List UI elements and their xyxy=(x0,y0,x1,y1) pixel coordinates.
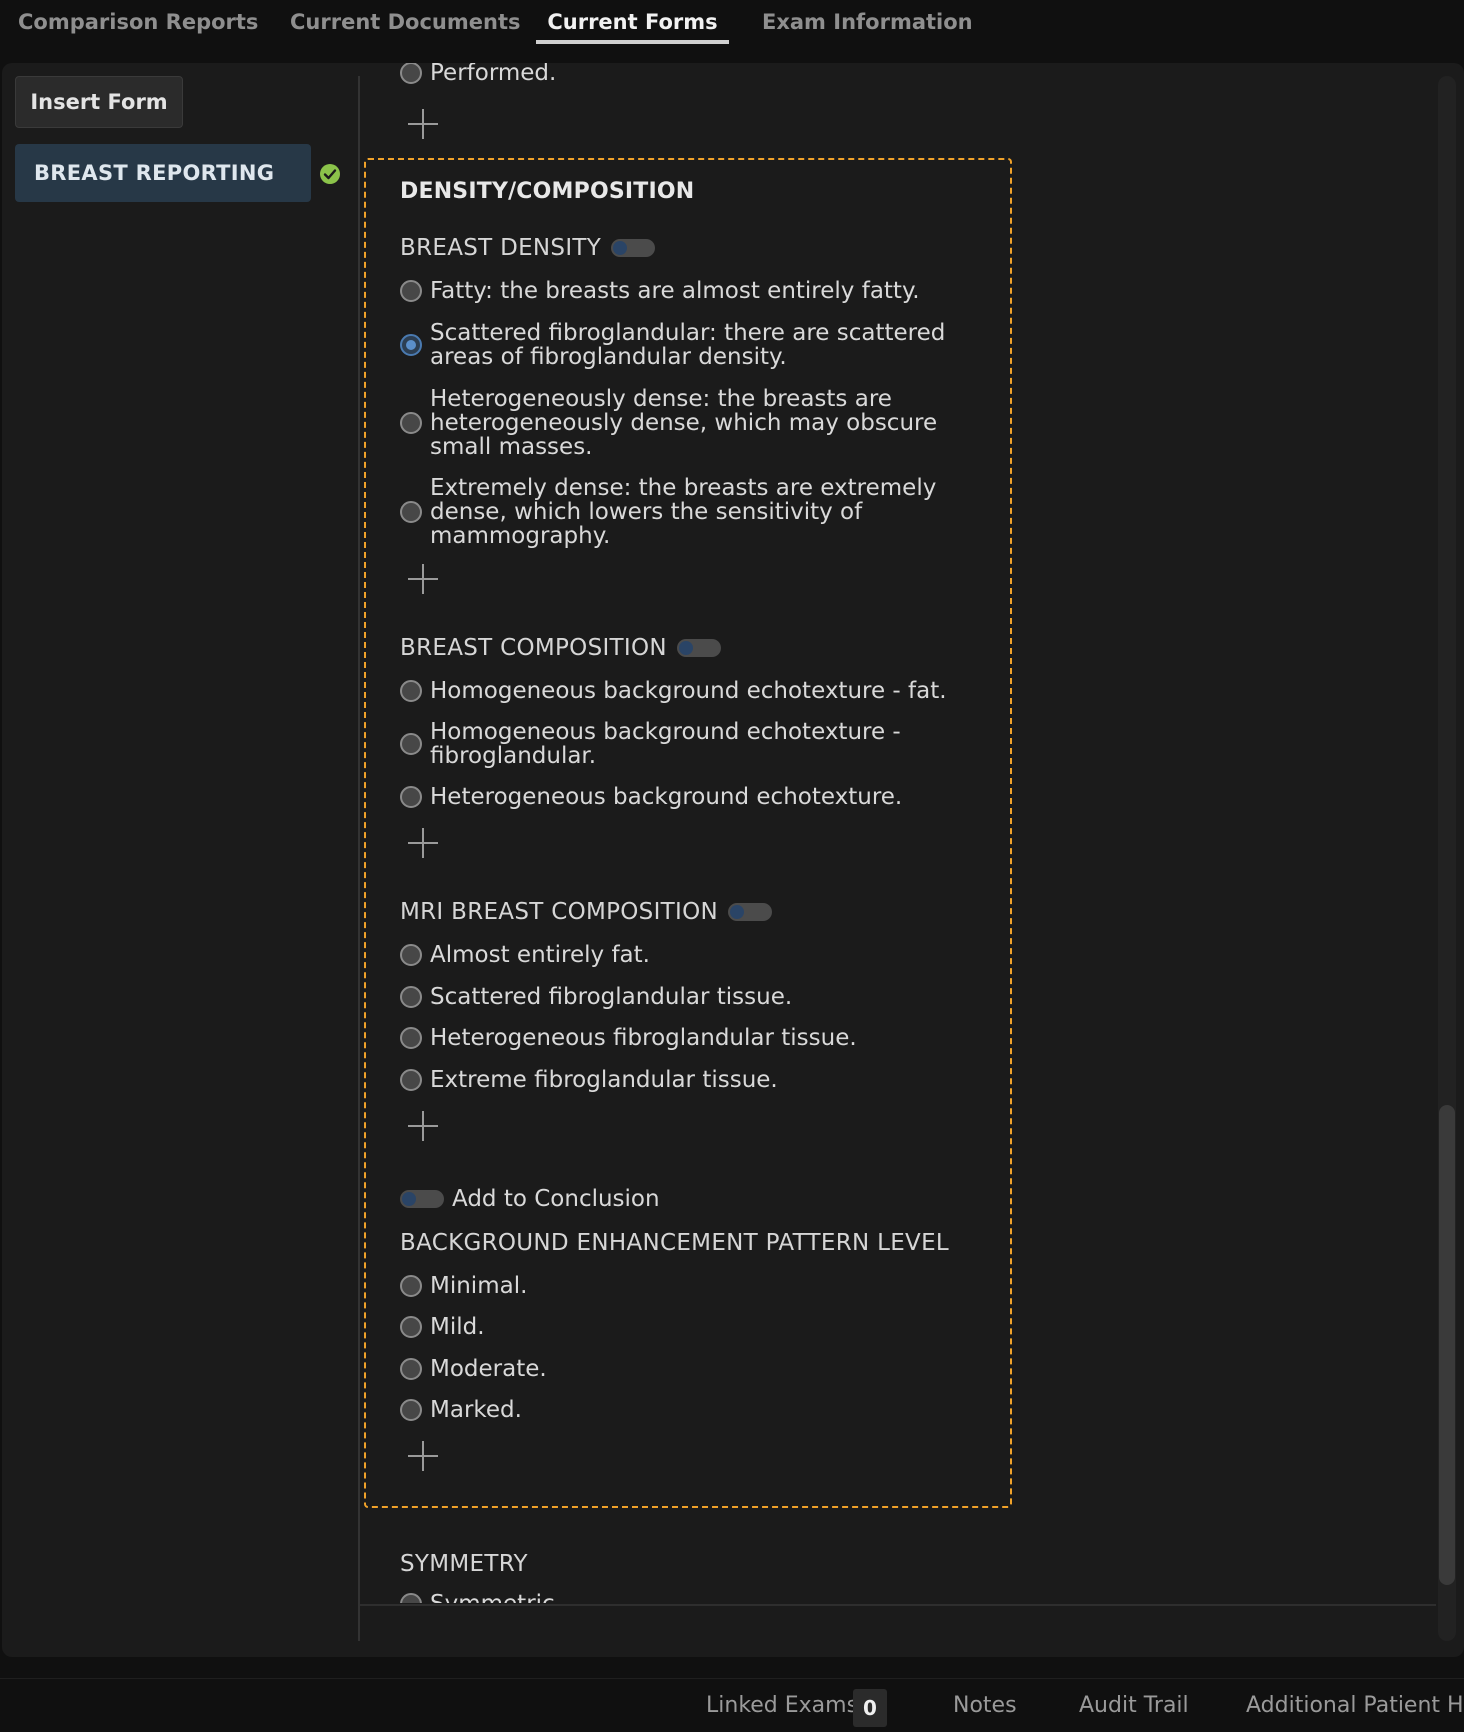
tab-current-documents[interactable]: Current Documents xyxy=(290,0,521,44)
background-enhancement-label: BACKGROUND ENHANCEMENT PATTERN LEVEL xyxy=(400,1230,950,1256)
radio-button[interactable] xyxy=(400,412,422,434)
option-heterogeneous-echotexture[interactable]: Heterogeneous background echotexture. xyxy=(400,785,902,809)
radio-button[interactable] xyxy=(400,680,422,702)
add-to-conclusion[interactable]: Add to Conclusion xyxy=(400,1186,660,1212)
tab-current-forms[interactable]: Current Forms xyxy=(536,0,729,44)
radio-button[interactable] xyxy=(400,1275,422,1297)
tab-comparison-reports[interactable]: Comparison Reports xyxy=(18,0,258,44)
option-symmetric[interactable]: Symmetric xyxy=(400,1592,555,1603)
section-title: DENSITY/COMPOSITION xyxy=(400,179,695,204)
radio-button[interactable] xyxy=(400,944,422,966)
option-minimal[interactable]: Minimal. xyxy=(400,1274,527,1298)
radio-button[interactable] xyxy=(400,1316,422,1338)
option-scattered-fibroglandular-tissue[interactable]: Scattered fibroglandular tissue. xyxy=(400,985,792,1009)
breast-density-label: BREAST DENSITY xyxy=(400,235,656,261)
content-bottom-divider xyxy=(360,1604,1436,1606)
mri-breast-composition-label: MRI BREAST COMPOSITION xyxy=(400,899,773,925)
add-option-icon[interactable] xyxy=(408,1441,438,1471)
option-homogeneous-fibroglandular[interactable]: Homogeneous background echotexture - fib… xyxy=(400,720,940,768)
top-tab-bar: Comparison Reports Current Documents Cur… xyxy=(0,0,1464,62)
linked-exams-tab[interactable]: Linked Exams xyxy=(706,1679,858,1732)
radio-button[interactable] xyxy=(400,501,422,523)
radio-button-selected[interactable] xyxy=(400,334,422,356)
symmetry-label: SYMMETRY xyxy=(400,1551,528,1577)
option-fatty[interactable]: Fatty: the breasts are almost entirely f… xyxy=(400,279,920,303)
add-to-conclusion-toggle[interactable] xyxy=(400,1190,444,1208)
option-heterogeneously-dense[interactable]: Heterogeneously dense: the breasts are h… xyxy=(400,387,960,459)
radio-button[interactable] xyxy=(400,1358,422,1380)
radio-button[interactable] xyxy=(400,63,422,84)
breast-density-toggle[interactable] xyxy=(611,239,656,257)
option-moderate[interactable]: Moderate. xyxy=(400,1357,547,1381)
option-extremely-dense[interactable]: Extremely dense: the breasts are extreme… xyxy=(400,476,940,548)
radio-button[interactable] xyxy=(400,1399,422,1421)
add-option-icon[interactable] xyxy=(408,1111,438,1141)
option-homogeneous-fat[interactable]: Homogeneous background echotexture - fat… xyxy=(400,679,947,703)
option-performed[interactable]: Performed. xyxy=(400,63,556,85)
check-circle-icon xyxy=(320,164,340,184)
form-list-item-breast-reporting[interactable]: BREAST REPORTING xyxy=(15,144,311,202)
add-option-icon[interactable] xyxy=(408,109,438,139)
radio-button[interactable] xyxy=(400,986,422,1008)
bottom-tab-bar: Linked Exams 0 Notes Audit Trail Additio… xyxy=(0,1678,1464,1732)
radio-button[interactable] xyxy=(400,1593,422,1603)
tab-exam-information[interactable]: Exam Information xyxy=(762,0,973,44)
radio-button[interactable] xyxy=(400,280,422,302)
radio-button[interactable] xyxy=(400,1027,422,1049)
option-mild[interactable]: Mild. xyxy=(400,1315,485,1339)
audit-trail-tab[interactable]: Audit Trail xyxy=(1079,1679,1189,1732)
insert-form-button[interactable]: Insert Form xyxy=(15,76,183,128)
add-option-icon[interactable] xyxy=(408,828,438,858)
radio-button[interactable] xyxy=(400,786,422,808)
form-content: Performed. DENSITY/COMPOSITION BREAST DE… xyxy=(360,63,1430,1603)
radio-button[interactable] xyxy=(400,1069,422,1091)
linked-exams-count-badge: 0 xyxy=(853,1689,887,1727)
add-option-icon[interactable] xyxy=(408,564,438,594)
scrollbar-thumb[interactable] xyxy=(1439,1105,1455,1585)
option-extreme-fibroglandular-tissue[interactable]: Extreme fibroglandular tissue. xyxy=(400,1068,778,1092)
radio-button[interactable] xyxy=(400,733,422,755)
mri-breast-composition-toggle[interactable] xyxy=(728,903,773,921)
option-almost-entirely-fat[interactable]: Almost entirely fat. xyxy=(400,943,650,967)
breast-composition-toggle[interactable] xyxy=(676,639,721,657)
option-heterogeneous-fibroglandular-tissue[interactable]: Heterogeneous fibroglandular tissue. xyxy=(400,1026,857,1050)
additional-patient-history-tab[interactable]: Additional Patient His xyxy=(1246,1679,1464,1732)
notes-tab[interactable]: Notes xyxy=(953,1679,1017,1732)
breast-composition-label: BREAST COMPOSITION xyxy=(400,635,721,661)
option-scattered-fibroglandular[interactable]: Scattered fibroglandular: there are scat… xyxy=(400,321,960,369)
option-marked[interactable]: Marked. xyxy=(400,1398,522,1422)
forms-panel: Insert Form BREAST REPORTING Performed. … xyxy=(2,63,1464,1657)
